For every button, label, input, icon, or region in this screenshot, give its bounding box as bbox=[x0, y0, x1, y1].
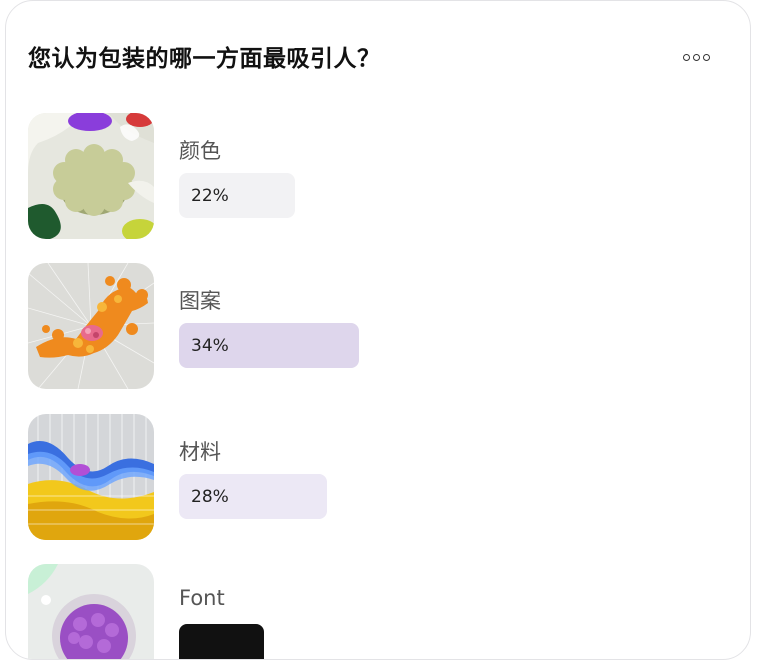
option-percent-text: 22% bbox=[191, 185, 229, 206]
option-label: 图案 bbox=[179, 289, 221, 313]
option-image-purple-sphere bbox=[28, 564, 154, 659]
option-percent-text: 28% bbox=[191, 486, 229, 507]
poll-option-font[interactable]: Font bbox=[28, 564, 728, 659]
poll-option-pattern[interactable]: 图案 34% bbox=[28, 263, 728, 389]
option-image-blue-yellow-wave bbox=[28, 414, 154, 540]
option-percent-bar: 34% bbox=[179, 323, 359, 368]
poll-question: 您认为包装的哪一方面最吸引人？ bbox=[28, 46, 381, 72]
option-percent-text: 34% bbox=[191, 335, 229, 356]
option-label: Font bbox=[179, 586, 225, 610]
poll-card: 您认为包装的哪一方面最吸引人？ 颜色 22% 图案 34% 材料 28% Fon… bbox=[5, 0, 751, 660]
poll-option-material[interactable]: 材料 28% bbox=[28, 414, 728, 540]
more-horizontal-icon bbox=[682, 53, 690, 61]
more-horizontal-icon-dot bbox=[702, 53, 710, 61]
option-label: 材料 bbox=[179, 440, 221, 464]
poll-option-color[interactable]: 颜色 22% bbox=[28, 113, 728, 239]
option-percent-bar: 28% bbox=[179, 474, 327, 519]
option-percent-bar: 22% bbox=[179, 173, 295, 218]
option-image-green-flower bbox=[28, 113, 154, 239]
more-horizontal-icon-dot bbox=[692, 53, 700, 61]
option-percent-bar bbox=[179, 624, 264, 659]
more-options-button[interactable] bbox=[678, 45, 714, 69]
option-image-orange-coral bbox=[28, 263, 154, 389]
option-label: 颜色 bbox=[179, 139, 221, 163]
